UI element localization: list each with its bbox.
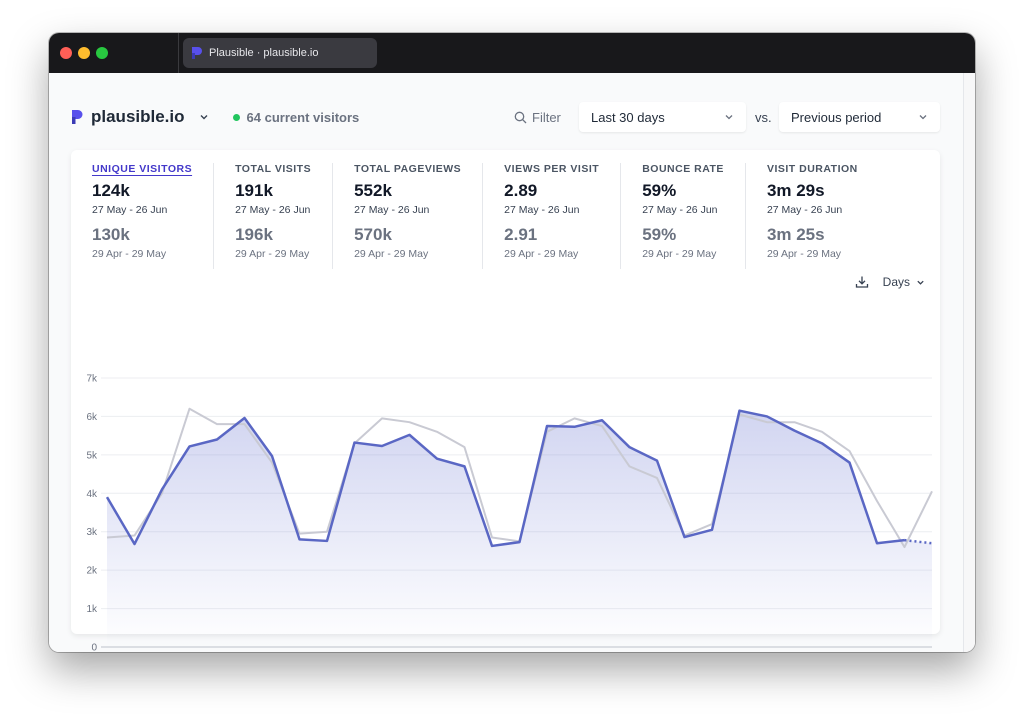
main-graph-card: UNIQUE VISITORS 124k 27 May - 26 Jun 130k 29… — [71, 150, 940, 652]
dashboard: plausible.io 64 current visitors Filter … — [49, 73, 975, 652]
filter-label: Filter — [532, 109, 561, 125]
site-name: plausible.io — [91, 107, 185, 126]
current-visitors-count: 64 current visitors — [246, 109, 360, 125]
y-tick-label: 6k — [86, 412, 98, 423]
vs-label: vs. — [755, 109, 772, 125]
plausible-logo-icon — [192, 47, 202, 59]
tab-title: Plausible · plausible.io — [209, 47, 319, 59]
filter-button[interactable]: Filter — [514, 110, 561, 125]
comparison-select-value: Previous period — [791, 109, 882, 125]
chevron-down-icon — [919, 115, 927, 120]
minimize-window-button[interactable] — [78, 47, 90, 59]
plausible-logo-icon — [72, 110, 83, 124]
live-indicator-icon — [232, 113, 240, 121]
close-window-button[interactable] — [60, 47, 72, 59]
y-tick-label: 3k — [86, 527, 98, 538]
chevron-down-icon — [725, 115, 733, 120]
search-icon — [514, 111, 527, 123]
current-period-area — [107, 410, 932, 647]
period-select-value: Last 30 days — [591, 109, 665, 125]
y-tick-label: 0 — [91, 643, 97, 653]
y-tick-label: 4k — [86, 489, 98, 500]
titlebar-divider — [178, 33, 179, 73]
y-tick-label: 1k — [86, 604, 98, 615]
chevron-down-icon — [200, 115, 208, 120]
y-tick-label: 2k — [86, 566, 98, 577]
y-tick-label: 5k — [86, 450, 98, 461]
browser-tab[interactable]: Plausible · plausible.io — [183, 38, 377, 68]
period-select[interactable]: Last 30 days — [579, 102, 746, 132]
maximize-window-button[interactable] — [96, 47, 108, 59]
scrollbar[interactable] — [963, 73, 975, 652]
site-switcher[interactable]: plausible.io — [71, 107, 209, 127]
dashboard-header: plausible.io 64 current visitors Filter … — [71, 101, 941, 133]
browser-titlebar: Plausible · plausible.io — [49, 33, 975, 73]
browser-window: Plausible · plausible.io plausible.io 64… — [49, 33, 975, 652]
comparison-select[interactable]: Previous period — [779, 102, 940, 132]
visitors-chart[interactable]: 01k2k3k4k5k6k7k 27 May 31 May 4 Jun 8 Jun 12… — [71, 150, 940, 652]
current-visitors[interactable]: 64 current visitors — [232, 109, 360, 125]
y-tick-label: 7k — [86, 374, 98, 385]
